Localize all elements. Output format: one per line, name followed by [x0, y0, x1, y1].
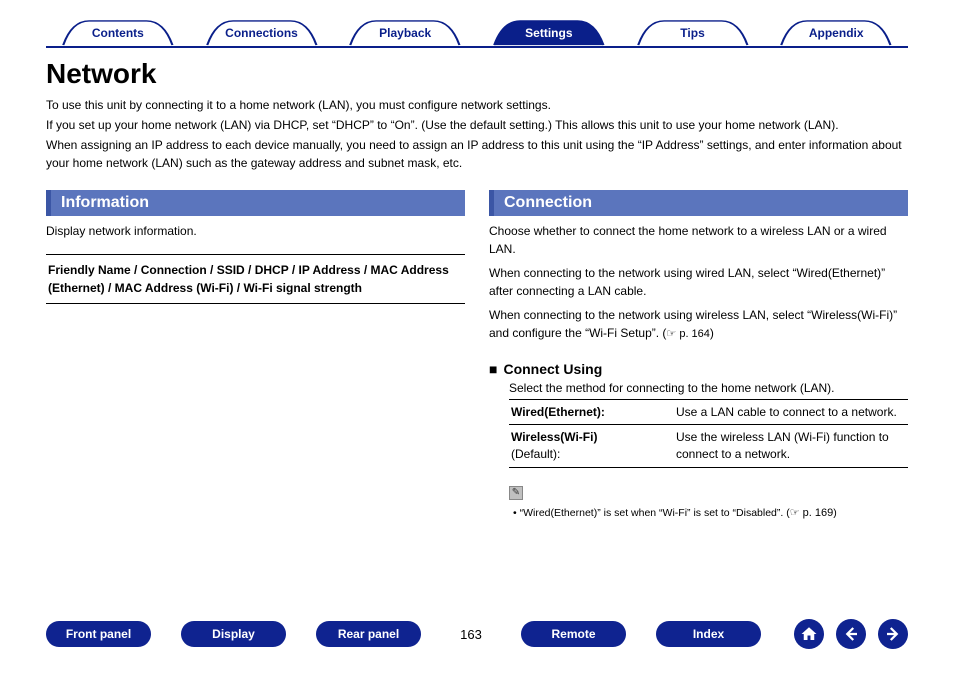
top-tabs: Contents Connections Playback Settings T…	[46, 20, 908, 48]
information-desc: Display network information.	[46, 222, 465, 240]
remote-button[interactable]: Remote	[521, 621, 626, 647]
connection-p2: When connecting to the network using wir…	[489, 264, 908, 300]
display-button[interactable]: Display	[181, 621, 286, 647]
tab-appendix[interactable]: Appendix	[764, 20, 908, 46]
index-button[interactable]: Index	[656, 621, 761, 647]
connection-section: Connection Choose whether to connect the…	[489, 190, 908, 519]
note-icon: ✎	[509, 486, 523, 500]
tab-label: Appendix	[809, 26, 864, 40]
square-bullet-icon: ■	[489, 361, 497, 377]
option-label: Wired(Ethernet):	[511, 405, 605, 419]
option-label: Wireless(Wi-Fi)	[511, 430, 597, 444]
option-row-wireless: Wireless(Wi-Fi) (Default): Use the wirel…	[509, 425, 908, 468]
connect-using-desc: Select the method for connecting to the …	[509, 381, 908, 395]
section-heading-information: Information	[46, 190, 465, 216]
rear-panel-button[interactable]: Rear panel	[316, 621, 421, 647]
note-text: • “Wired(Ethernet)” is set when “Wi-Fi” …	[513, 507, 790, 519]
home-icon[interactable]	[794, 619, 824, 649]
intro-text: To use this unit by connecting it to a h…	[46, 96, 908, 172]
page-title: Network	[46, 58, 908, 90]
intro-line: When assigning an IP address to each dev…	[46, 136, 908, 172]
prev-page-icon[interactable]	[836, 619, 866, 649]
tab-connections[interactable]: Connections	[190, 20, 334, 46]
option-row-wired: Wired(Ethernet): Use a LAN cable to conn…	[509, 400, 908, 426]
tab-contents[interactable]: Contents	[46, 20, 190, 46]
tab-tips[interactable]: Tips	[621, 20, 765, 46]
section-heading-connection: Connection	[489, 190, 908, 216]
tab-label: Connections	[225, 26, 298, 40]
tab-label: Playback	[379, 26, 431, 40]
tab-settings[interactable]: Settings	[477, 20, 621, 46]
connect-using-options: Wired(Ethernet): Use a LAN cable to conn…	[509, 399, 908, 468]
information-fields: Friendly Name / Connection / SSID / DHCP…	[46, 254, 465, 304]
tab-playback[interactable]: Playback	[333, 20, 477, 46]
tab-label: Settings	[525, 26, 572, 40]
connection-p3: When connecting to the network using wir…	[489, 306, 908, 343]
connect-using-heading: ■Connect Using	[489, 361, 908, 377]
information-section: Information Display network information.…	[46, 190, 465, 519]
front-panel-button[interactable]: Front panel	[46, 621, 151, 647]
option-default: (Default):	[511, 447, 560, 461]
option-desc: Use a LAN cable to connect to a network.	[676, 404, 906, 421]
page-number: 163	[451, 627, 491, 642]
intro-line: If you set up your home network (LAN) vi…	[46, 116, 908, 134]
option-desc: Use the wireless LAN (Wi-Fi) function to…	[676, 429, 906, 463]
next-page-icon[interactable]	[878, 619, 908, 649]
tab-label: Tips	[680, 26, 704, 40]
page-ref-link[interactable]: ☞ p. 164	[666, 328, 710, 340]
footer-bar: Front panel Display Rear panel 163 Remot…	[46, 619, 908, 649]
page-ref-link[interactable]: ☞ p. 169	[790, 507, 834, 519]
intro-line: To use this unit by connecting it to a h…	[46, 96, 908, 114]
tab-label: Contents	[92, 26, 144, 40]
connection-p1: Choose whether to connect the home netwo…	[489, 222, 908, 258]
note-block: ✎ • “Wired(Ethernet)” is set when “Wi-Fi…	[509, 486, 908, 519]
